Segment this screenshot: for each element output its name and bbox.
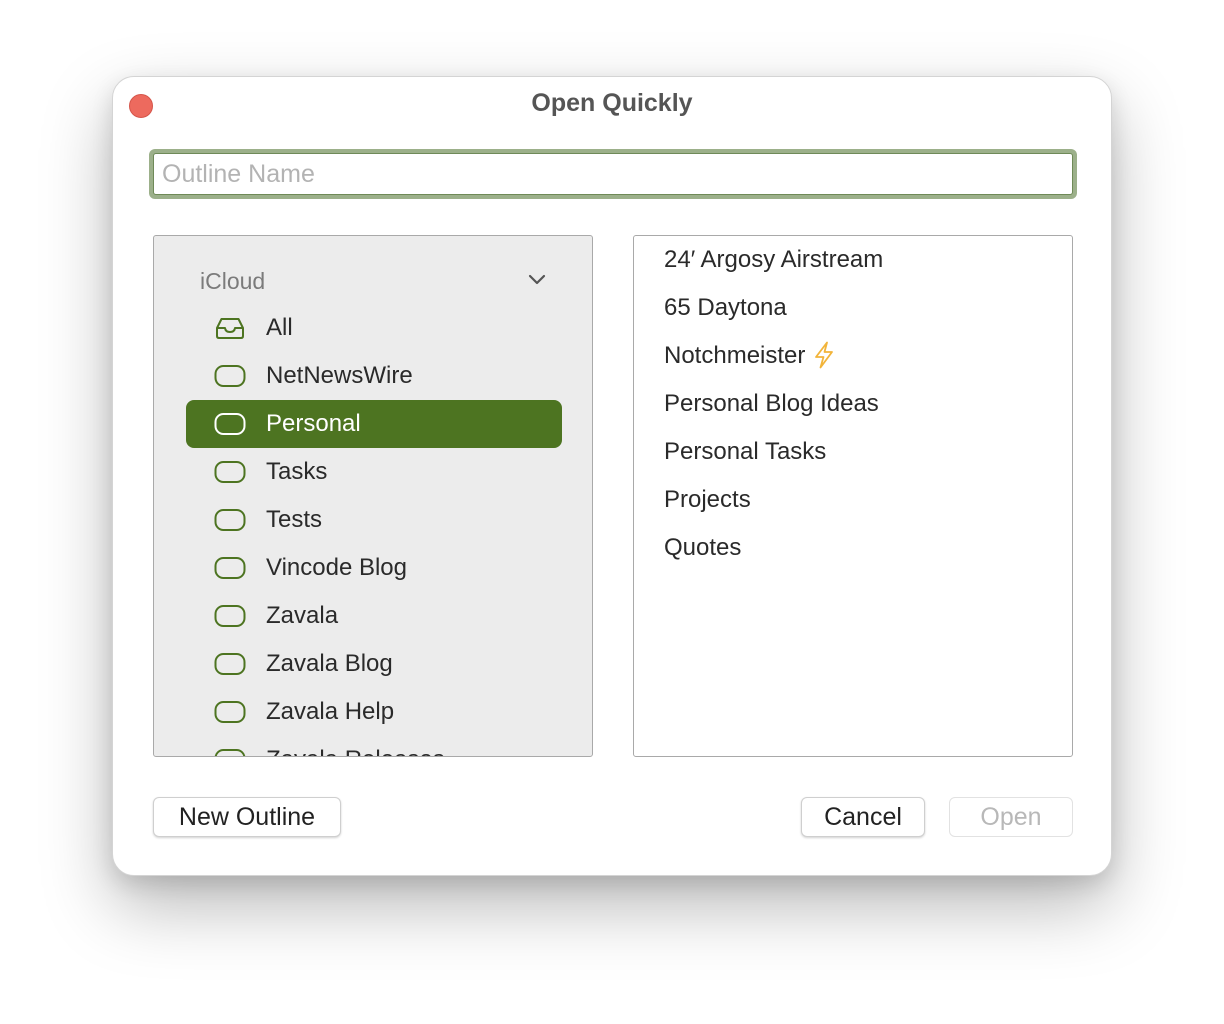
sidebar-item-tasks[interactable]: Tasks — [186, 448, 562, 496]
sidebar-item-label: All — [266, 314, 293, 341]
outline-item[interactable]: Quotes — [664, 524, 1062, 572]
outline-item[interactable]: 65 Daytona — [664, 284, 1062, 332]
outline-title: Personal Blog Ideas — [664, 390, 879, 417]
sidebar-item-label: Personal — [266, 410, 361, 437]
sidebar-item-all[interactable]: All — [186, 304, 562, 352]
sidebar-item-label: Zavala Help — [266, 698, 395, 725]
open-button[interactable]: Open — [949, 797, 1073, 837]
sidebar-item-zavala-releases[interactable]: Zavala Releases — [186, 736, 562, 756]
sidebar-item-personal[interactable]: Personal — [186, 400, 562, 448]
tag-icon — [214, 413, 246, 435]
outline-item[interactable]: 24′ Argosy Airstream — [664, 236, 1062, 284]
sidebar-item-label: Tasks — [266, 458, 328, 485]
tag-icon — [214, 701, 246, 723]
cancel-button[interactable]: Cancel — [801, 797, 925, 837]
tag-icon — [214, 365, 246, 387]
outline-item[interactable]: Notchmeister — [664, 332, 1062, 380]
outline-title: Personal Tasks — [664, 438, 827, 465]
sidebar-item-zavala-help[interactable]: Zavala Help — [186, 688, 562, 736]
new-outline-button[interactable]: New Outline — [153, 797, 341, 837]
sidebar-item-label: NetNewsWire — [266, 362, 413, 389]
tag-icon — [214, 461, 246, 483]
window-title: Open Quickly — [531, 89, 693, 117]
sidebar-list: All NetNewsWire Personal Tasks Tests Vin… — [186, 304, 562, 756]
sidebar-item-tests[interactable]: Tests — [186, 496, 562, 544]
outline-name-input[interactable] — [153, 153, 1073, 195]
sidebar-item-zavala[interactable]: Zavala — [186, 592, 562, 640]
tag-icon — [214, 605, 246, 627]
outline-item[interactable]: Personal Blog Ideas — [664, 380, 1062, 428]
sidebar-item-netnewswire[interactable]: NetNewsWire — [186, 352, 562, 400]
sidebar-item-zavala-blog[interactable]: Zavala Blog — [186, 640, 562, 688]
section-header-icloud[interactable]: iCloud — [200, 266, 546, 296]
collections-sidebar: iCloud All NetNewsWire Personal Tasks Te… — [153, 235, 593, 757]
sidebar-item-vincode-blog[interactable]: Vincode Blog — [186, 544, 562, 592]
outline-title: Notchmeister — [664, 342, 806, 369]
sidebar-item-label: Tests — [266, 506, 323, 533]
tag-icon — [214, 557, 246, 579]
outline-title: Projects — [664, 486, 751, 513]
sidebar-item-label: Zavala Blog — [266, 650, 393, 677]
tag-icon — [214, 509, 246, 531]
chevron-down-icon — [528, 274, 546, 285]
section-label: iCloud — [200, 268, 266, 294]
sidebar-item-label: Zavala Releases — [266, 736, 445, 756]
outline-title: Quotes — [664, 534, 742, 561]
search-field-focus-ring — [149, 149, 1077, 199]
outline-title: 24′ Argosy Airstream — [664, 246, 884, 273]
sidebar-item-label: Zavala — [266, 602, 339, 629]
tag-icon — [214, 653, 246, 675]
outline-title: 65 Daytona — [664, 294, 787, 321]
sidebar-item-label: Vincode Blog — [266, 554, 407, 581]
outline-item[interactable]: Personal Tasks — [664, 428, 1062, 476]
tag-icon — [214, 749, 246, 756]
outline-list: 24′ Argosy Airstream 65 Daytona Notchmei… — [633, 235, 1073, 757]
lightning-bolt-icon — [815, 341, 834, 369]
open-quickly-dialog: Open Quickly iCloud All NetNewsWi — [112, 76, 1112, 876]
outline-item[interactable]: Projects — [664, 476, 1062, 524]
inbox-icon — [216, 318, 244, 339]
